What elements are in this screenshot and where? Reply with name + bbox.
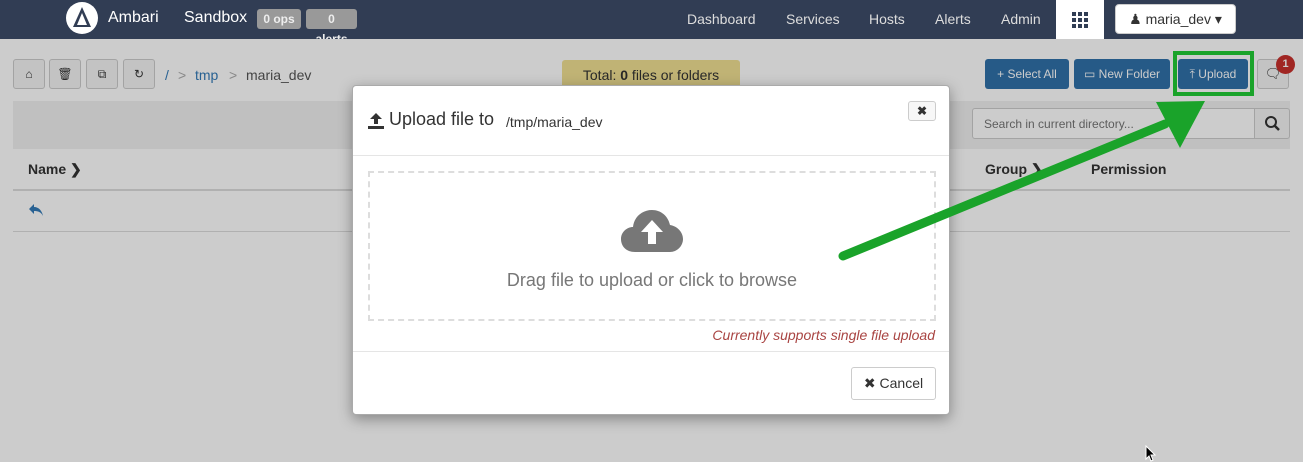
ops-badge[interactable]: 0 ops	[257, 9, 301, 29]
support-note: Currently supports single file upload	[712, 327, 935, 343]
top-navbar: Ambari Sandbox 0 ops 0 alerts Dashboard …	[0, 0, 1303, 46]
nav-admin[interactable]: Admin	[1001, 11, 1041, 27]
upload-highlight-box	[1173, 51, 1254, 96]
user-menu-label: maria_dev ▾	[1145, 11, 1222, 27]
dropzone-text: Drag file to upload or click to browse	[506, 270, 798, 290]
upload-icon	[367, 112, 385, 135]
cancel-button[interactable]: ✖ Cancel	[851, 367, 936, 400]
upload-modal: Upload file to /tmp/maria_dev ✖ Drag fil…	[352, 85, 950, 415]
app-brand[interactable]: Ambari	[108, 9, 159, 27]
modal-title: Upload file to	[389, 109, 495, 129]
cloud-upload-icon	[621, 208, 683, 259]
nav-dashboard[interactable]: Dashboard	[687, 11, 756, 27]
ambari-logo-icon[interactable]	[66, 2, 98, 34]
modal-footer-divider	[353, 351, 949, 352]
user-icon: ♟	[1129, 11, 1142, 27]
alerts-badge[interactable]: 0 alerts	[306, 9, 357, 46]
mouse-cursor-icon	[1145, 444, 1157, 462]
file-dropzone[interactable]: Drag file to upload or click to browse	[368, 171, 936, 321]
close-button[interactable]: ✖	[908, 101, 936, 121]
views-grid-button[interactable]	[1056, 0, 1104, 39]
user-menu-button[interactable]: ♟ maria_dev ▾	[1115, 4, 1236, 34]
nav-services[interactable]: Services	[786, 11, 840, 27]
modal-header-divider	[353, 155, 949, 156]
nav-alerts[interactable]: Alerts	[935, 11, 971, 27]
modal-path: /tmp/maria_dev	[506, 114, 603, 130]
nav-hosts[interactable]: Hosts	[869, 11, 905, 27]
cluster-name[interactable]: Sandbox	[184, 9, 247, 27]
close-icon: ✖	[916, 104, 928, 118]
